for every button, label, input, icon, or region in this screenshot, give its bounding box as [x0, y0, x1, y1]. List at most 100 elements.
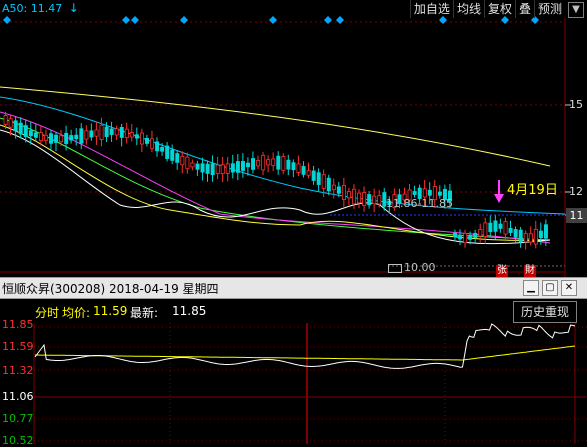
candle-body — [311, 170, 316, 181]
candle-body — [478, 228, 483, 237]
candle-body — [321, 174, 326, 189]
candle-body — [493, 220, 498, 232]
candle-body — [427, 189, 432, 196]
event-diamond-icon[interactable] — [3, 16, 11, 24]
kline-chart[interactable] — [0, 0, 587, 277]
candle-body — [155, 141, 160, 152]
candle-body — [84, 130, 89, 140]
minute-axis-1106: 11.06 — [2, 390, 34, 403]
candle-body — [185, 156, 190, 170]
candle-body — [281, 156, 286, 171]
ma-value-label: A50: 11.47 — [2, 2, 63, 15]
minute-price-line — [34, 323, 576, 369]
down-arrow-icon[interactable]: ↓ — [69, 1, 79, 15]
candle-body — [473, 232, 478, 239]
candle-body — [372, 195, 377, 205]
candle-body — [89, 130, 94, 138]
candle-body — [412, 191, 417, 195]
candle-body — [266, 159, 271, 166]
candle-body — [336, 186, 341, 194]
candle-body — [240, 161, 245, 171]
candle-body — [326, 177, 331, 192]
candle-body — [357, 192, 362, 204]
event-diamond-icon[interactable] — [122, 16, 130, 24]
candle-body — [316, 172, 321, 185]
forecast-button[interactable]: 预测 — [533, 0, 565, 18]
event-diamond-icon[interactable] — [324, 16, 332, 24]
subpanel-titlebar: 恒顺众昇(300208) 2018-04-19 星期四 ▁ ▢ ✕ — [0, 277, 587, 299]
candle-body — [33, 132, 38, 138]
candle-body — [508, 227, 513, 233]
candle-body — [160, 147, 165, 152]
candle-body — [518, 229, 523, 243]
minute-axis-1132: 11.32 — [2, 364, 34, 377]
candle-body — [276, 155, 281, 170]
minute-axis-1159: 11.59 — [2, 340, 34, 353]
avg-price-value: 11.59 — [93, 304, 128, 318]
candle-body — [251, 158, 256, 170]
candle-body — [129, 132, 134, 138]
candle-body — [165, 145, 170, 159]
minute-axis-1052: 10.52 — [2, 434, 34, 447]
moving-average-button[interactable]: 均线 — [452, 0, 484, 18]
candle-body — [44, 134, 49, 141]
candle-body — [64, 132, 69, 144]
candle-body — [503, 221, 508, 235]
date-annotation: 4月19日 — [507, 183, 558, 198]
candle-body — [79, 128, 84, 144]
event-diamond-icon[interactable] — [269, 16, 277, 24]
candle-body — [377, 195, 382, 205]
candle-body — [54, 134, 59, 143]
chevron-down-icon[interactable]: ▼ — [568, 2, 584, 18]
candle-body — [230, 163, 235, 173]
candle-body — [346, 191, 351, 199]
candle-body — [150, 138, 155, 149]
candle-body — [109, 128, 114, 135]
candle-body — [468, 235, 473, 240]
add-watchlist-button[interactable]: 加自选 — [409, 0, 453, 18]
candle-body — [331, 184, 336, 191]
event-diamond-icon[interactable] — [180, 16, 188, 24]
minute-axis-1185: 11.85 — [2, 318, 34, 331]
price-axis-15: 15 — [569, 98, 583, 111]
price-axis-12: 12 — [569, 185, 583, 198]
candle-body — [296, 163, 301, 173]
restore-icon[interactable]: ▢ — [542, 280, 558, 296]
minute-info-bar: 分时 均价: 11.59 最新: 11.85 — [0, 299, 587, 323]
price-adjust-button[interactable]: 复权 — [483, 0, 515, 18]
event-diamond-icon[interactable] — [131, 16, 139, 24]
candle-body — [144, 137, 149, 144]
minimize-icon[interactable]: ▁ — [523, 280, 539, 296]
news-marker-zhang[interactable]: 张 — [496, 265, 508, 277]
candle-body — [533, 229, 538, 245]
subpanel-title: 恒顺众昇(300208) 2018-04-19 星期四 — [2, 282, 219, 296]
candle-body — [301, 166, 306, 175]
candle-body — [362, 192, 367, 206]
candle-body — [498, 223, 503, 229]
candle-body — [49, 133, 54, 144]
close-icon[interactable]: ✕ — [561, 280, 577, 296]
candle-body — [195, 163, 200, 170]
candle-body — [99, 124, 104, 140]
candle-body — [352, 188, 357, 205]
candle-body — [170, 149, 175, 161]
candle-body — [543, 224, 548, 239]
event-diamond-icon[interactable] — [336, 16, 344, 24]
candle-body — [291, 162, 296, 171]
ma120-line — [0, 86, 551, 167]
candle-body — [200, 163, 205, 173]
minute-chart[interactable] — [0, 323, 587, 444]
candle-body — [437, 191, 442, 196]
candle-body — [523, 233, 528, 243]
candle-body — [175, 153, 180, 163]
history-replay-button[interactable]: 历史重现 — [513, 301, 577, 323]
candle-body — [458, 234, 463, 240]
candle-body — [367, 194, 372, 206]
avg-price-label: 均价: — [62, 306, 91, 320]
news-marker-cai[interactable]: 財 — [524, 265, 536, 277]
candle-body — [205, 163, 210, 174]
low-price-value: 10.00 — [404, 261, 436, 274]
candle-body — [8, 118, 13, 128]
candle-body — [245, 162, 250, 168]
overlay-button[interactable]: 叠 — [514, 0, 534, 18]
